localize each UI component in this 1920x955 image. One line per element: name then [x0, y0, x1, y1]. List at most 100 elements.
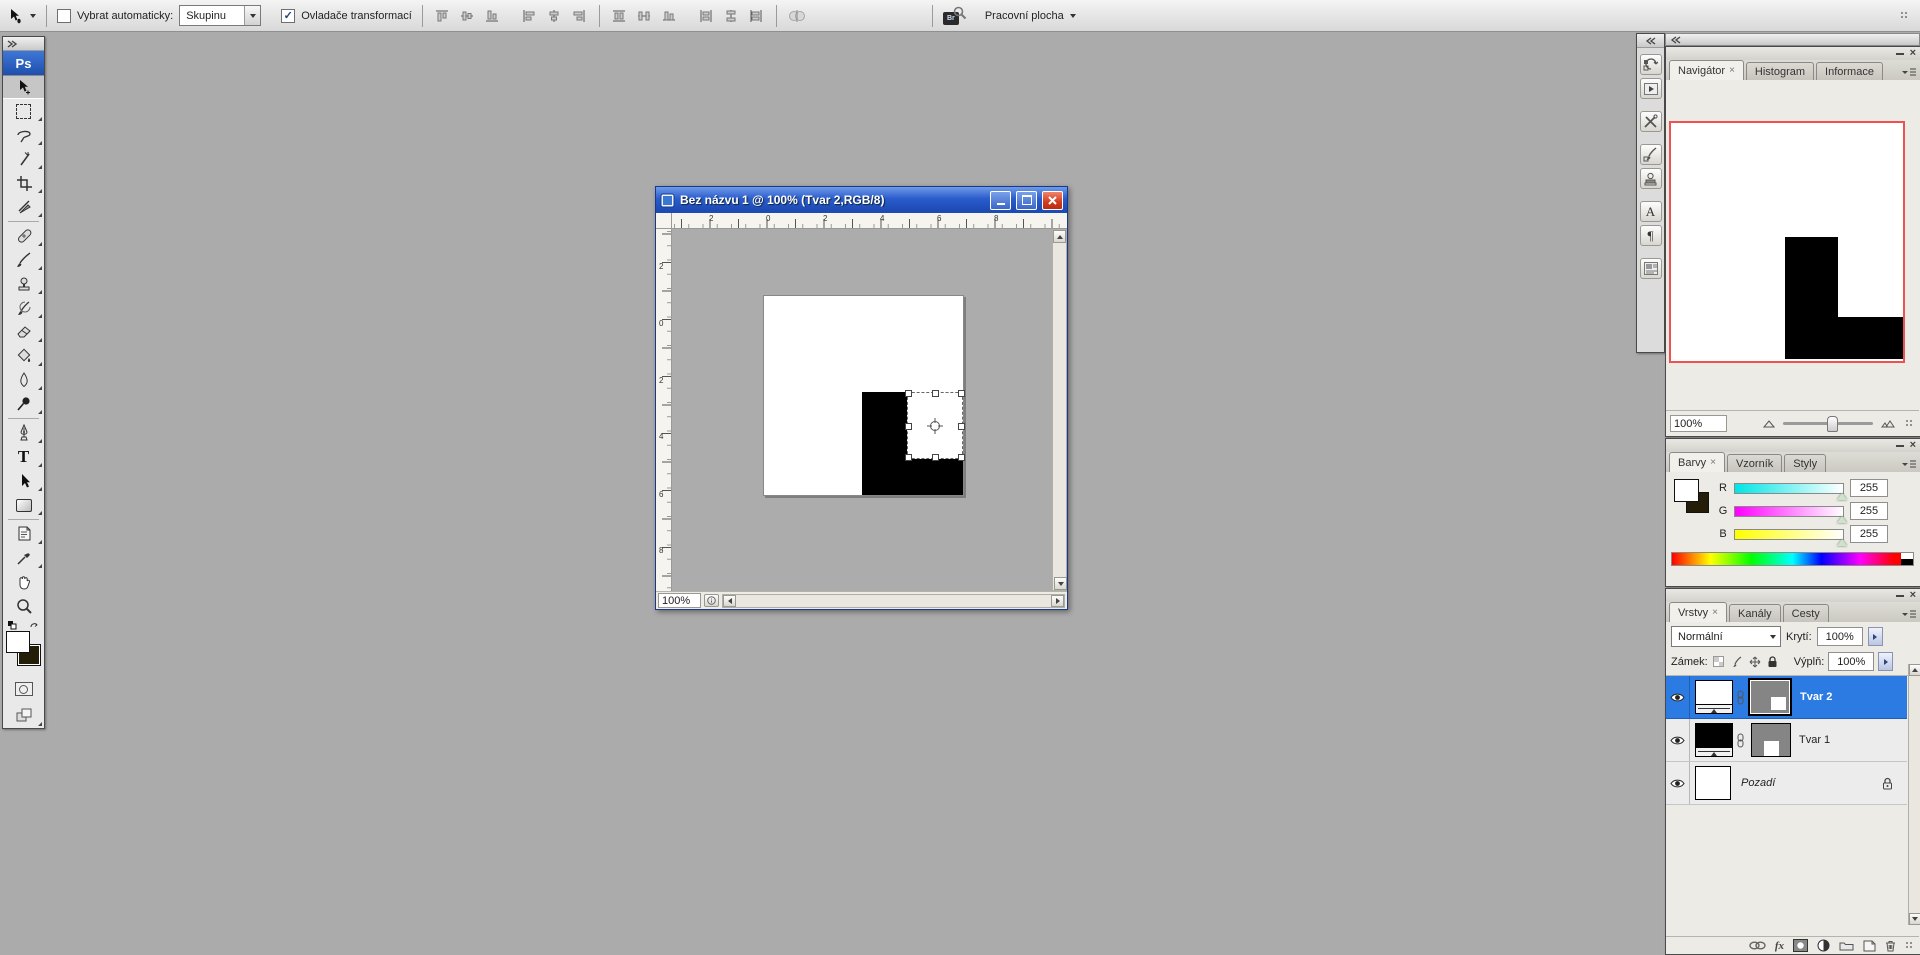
visibility-toggle[interactable] — [1666, 676, 1690, 718]
tool-presets-panel-icon[interactable] — [1640, 111, 1662, 132]
distribute-hcenter-icon[interactable] — [722, 6, 741, 25]
blue-value-field[interactable]: 255 — [1850, 525, 1888, 543]
transform-handle[interactable] — [958, 454, 965, 461]
vertical-scrollbar[interactable] — [1052, 229, 1067, 591]
tool-eraser[interactable] — [3, 320, 44, 344]
tool-type[interactable]: T — [3, 445, 44, 469]
document-titlebar[interactable]: Bez názvu 1 @ 100% (Tvar 2,RGB/8) — [656, 187, 1067, 213]
close-button[interactable] — [1042, 191, 1063, 210]
horizontal-scrollbar[interactable] — [722, 594, 1065, 608]
red-value-field[interactable]: 255 — [1850, 479, 1888, 497]
zoom-in-icon[interactable] — [1881, 419, 1897, 428]
panel-menu-icon[interactable] — [1901, 459, 1917, 469]
new-layer-icon[interactable] — [1863, 940, 1876, 952]
tool-dodge[interactable] — [3, 392, 44, 416]
color-spectrum-ramp[interactable] — [1671, 552, 1914, 566]
navigator-zoom-field[interactable]: 100% — [1670, 415, 1727, 432]
canvas-viewport[interactable] — [672, 229, 1052, 591]
tool-slice[interactable] — [3, 195, 44, 219]
tool-hand[interactable] — [3, 570, 44, 594]
panel-column-header[interactable] — [1665, 33, 1920, 46]
layer-name[interactable]: Tvar 2 — [1800, 691, 1832, 703]
layer-fill-thumbnail[interactable] — [1695, 723, 1733, 757]
tab-histogram[interactable]: Histogram — [1746, 62, 1814, 80]
default-colors-icon[interactable] — [7, 620, 19, 630]
tool-preset-dropdown-icon[interactable] — [30, 14, 36, 18]
layer-name[interactable]: Tvar 1 — [1799, 734, 1830, 746]
layer-thumbnail[interactable] — [1695, 766, 1731, 800]
combo-arrow-icon[interactable] — [244, 6, 260, 25]
history-panel-icon[interactable] — [1640, 54, 1662, 75]
fill-field[interactable]: 100% — [1828, 652, 1874, 671]
transform-handle[interactable] — [932, 390, 939, 397]
maximize-button[interactable] — [1016, 191, 1037, 210]
green-slider[interactable] — [1734, 506, 1844, 517]
layer-name[interactable]: Pozadí — [1741, 777, 1775, 789]
blend-mode-combo[interactable]: Normální — [1671, 626, 1781, 647]
layer-row-tvar2[interactable]: Tvar 2 — [1666, 676, 1907, 719]
workspace-label[interactable]: Pracovní plocha — [985, 10, 1064, 22]
zoom-out-icon[interactable] — [1763, 420, 1775, 428]
ruler-top[interactable]: 2 0 2 4 6 8 — [672, 213, 1067, 229]
vector-mask-thumbnail[interactable] — [1751, 723, 1791, 757]
layer-style-icon[interactable]: fx — [1775, 940, 1784, 952]
vector-mask-thumbnail-selected[interactable] — [1748, 678, 1792, 716]
tab-cesty[interactable]: Cesty — [1783, 604, 1829, 622]
transform-controls-checkbox[interactable]: ✓ — [281, 9, 295, 23]
layer-row-pozadi[interactable]: Pozadí — [1666, 762, 1907, 805]
tool-blur[interactable] — [3, 368, 44, 392]
transform-bounding-box[interactable] — [907, 392, 963, 459]
ruler-corner[interactable] — [656, 213, 672, 229]
green-value-field[interactable]: 255 — [1850, 502, 1888, 520]
ruler-left[interactable]: 2 0 2 4 6 8 — [656, 229, 672, 591]
tool-marquee[interactable] — [3, 99, 44, 123]
tab-kanaly[interactable]: Kanály — [1729, 604, 1781, 622]
panel-minimize-icon[interactable] — [1896, 445, 1904, 447]
actions-panel-icon[interactable] — [1640, 78, 1662, 99]
group-select-combo[interactable]: Skupinu — [179, 5, 261, 26]
screen-mode-button[interactable] — [3, 702, 44, 728]
transform-handle[interactable] — [905, 423, 912, 430]
quick-mask-button[interactable] — [3, 676, 44, 702]
tool-pen[interactable] — [3, 421, 44, 445]
bridge-icon[interactable]: Br — [943, 6, 967, 26]
workspace-dropdown-icon[interactable] — [1070, 14, 1076, 18]
add-mask-icon[interactable] — [1793, 939, 1808, 952]
tool-lasso[interactable] — [3, 123, 44, 147]
transform-handle[interactable] — [958, 390, 965, 397]
lock-pixels-icon[interactable] — [1730, 655, 1744, 669]
canvas[interactable] — [763, 295, 964, 496]
align-top-icon[interactable] — [433, 6, 452, 25]
transform-handle[interactable] — [932, 454, 939, 461]
panel-resize-grip[interactable] — [1905, 419, 1915, 429]
lock-all-icon[interactable] — [1766, 655, 1780, 669]
panel-minimize-icon[interactable] — [1896, 53, 1904, 55]
align-vcenter-icon[interactable] — [458, 6, 477, 25]
tool-notes[interactable] — [3, 522, 44, 546]
new-group-icon[interactable] — [1839, 940, 1854, 951]
colors-foreground-swatch[interactable] — [1674, 479, 1699, 502]
tool-move[interactable] — [3, 75, 44, 99]
distribute-bottom-icon[interactable] — [660, 6, 679, 25]
ps-logo[interactable]: Ps — [3, 51, 44, 75]
tab-vrstvy[interactable]: Vrstvy× — [1669, 602, 1727, 622]
swap-colors-icon[interactable] — [29, 620, 41, 630]
align-bottom-icon[interactable] — [483, 6, 502, 25]
tab-informace[interactable]: Informace — [1816, 62, 1883, 80]
transform-center-target[interactable] — [926, 417, 944, 435]
auto-select-checkbox[interactable] — [57, 9, 71, 23]
tab-vzornik[interactable]: Vzorník — [1727, 454, 1782, 472]
tool-magic-wand[interactable] — [3, 147, 44, 171]
tool-eyedropper[interactable] — [3, 546, 44, 570]
panel-minimize-icon[interactable] — [1896, 595, 1904, 597]
lock-position-icon[interactable] — [1748, 655, 1762, 669]
align-left-icon[interactable] — [520, 6, 539, 25]
panel-resize-grip[interactable] — [1905, 941, 1915, 951]
tool-crop[interactable] — [3, 171, 44, 195]
status-info-button[interactable] — [704, 594, 719, 607]
delete-layer-icon[interactable] — [1885, 940, 1896, 952]
panel-close-icon[interactable]: × — [1910, 49, 1916, 58]
foreground-color-swatch[interactable] — [6, 631, 30, 653]
clone-source-panel-icon[interactable] — [1640, 168, 1662, 189]
paragraph-panel-icon[interactable]: ¶ — [1640, 225, 1662, 246]
